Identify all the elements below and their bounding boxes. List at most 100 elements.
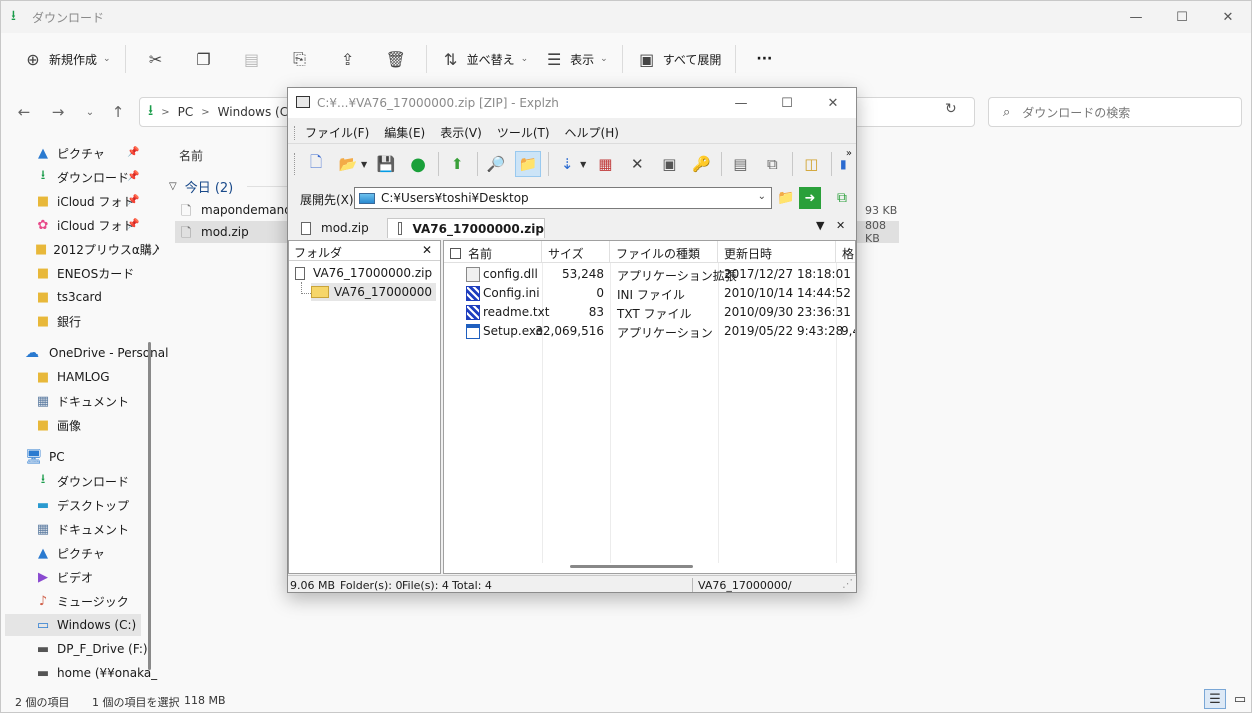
- tab-close-button[interactable]: ✕: [836, 219, 845, 232]
- delete-button[interactable]: 🗑: [372, 43, 420, 75]
- folder-tree-button[interactable]: 📁: [515, 151, 542, 177]
- tab-va76-zip[interactable]: VA76_17000000.zip: [387, 218, 545, 238]
- cut-button[interactable]: ✂: [132, 43, 180, 75]
- menu-tools[interactable]: ツール(T): [497, 124, 550, 141]
- menu-file[interactable]: ファイル(F): [305, 124, 369, 141]
- paste-button[interactable]: ▤: [228, 43, 276, 75]
- delete-files-button[interactable]: ▦: [592, 151, 618, 177]
- close-button[interactable]: ✕: [1205, 1, 1251, 33]
- tab-list-dropdown[interactable]: ▼: [816, 219, 824, 232]
- explzh-maximize-button[interactable]: ☐: [764, 88, 810, 118]
- horizontal-scrollbar[interactable]: [570, 565, 693, 568]
- sidebar-item-home-network[interactable]: ▬ home (¥¥onaka_: [35, 662, 159, 684]
- sidebar-item-bank[interactable]: ■ 銀行: [35, 310, 159, 332]
- folder-pane-close-button[interactable]: ✕: [422, 243, 432, 257]
- column-header-size[interactable]: サイズ: [542, 241, 610, 263]
- toolbar-grip[interactable]: [294, 125, 297, 140]
- properties-button[interactable]: ▣: [656, 151, 682, 177]
- overflow-chevron-icon[interactable]: »: [846, 148, 852, 159]
- remove-button[interactable]: ✕: [624, 151, 650, 177]
- more-button[interactable]: ···: [742, 43, 780, 75]
- refresh-icon[interactable]: ↻: [945, 101, 957, 117]
- search-input[interactable]: ⌕ ダウンロードの検索: [988, 97, 1242, 127]
- extract-button[interactable]: ⇣: [554, 151, 580, 177]
- sidebar-item-pc[interactable]: 🖥 PC: [25, 446, 65, 468]
- select-all-checkbox[interactable]: [450, 248, 461, 259]
- breadcrumb-pc[interactable]: PC: [178, 105, 194, 119]
- forward-button[interactable]: →: [45, 99, 71, 125]
- column-header-name[interactable]: 名前: [444, 241, 542, 263]
- sidebar-item-icloud-photos[interactable]: ■ iCloud フォト: [35, 190, 159, 212]
- view-button[interactable]: 🔎: [483, 151, 509, 177]
- view-button[interactable]: ☰ 表示 ⌄: [536, 43, 616, 75]
- tree-item-folder[interactable]: VA76_17000000: [311, 283, 436, 301]
- sidebar-item-downloads[interactable]: ⭳ ダウンロード: [35, 166, 159, 188]
- browse-folder-button[interactable]: 📁: [775, 187, 797, 209]
- chevron-down-icon[interactable]: ▼: [580, 160, 586, 169]
- sidebar-item-onedrive[interactable]: ☁ OneDrive - Personal: [25, 342, 168, 364]
- menu-help[interactable]: ヘルプ(H): [565, 124, 619, 141]
- copy-button[interactable]: ❐: [180, 43, 228, 75]
- self-extract-button[interactable]: ◫: [798, 151, 824, 177]
- open-archive-button[interactable]: 📂: [335, 151, 361, 177]
- minimize-button[interactable]: —: [1113, 1, 1159, 33]
- share-button[interactable]: ⇪: [324, 43, 372, 75]
- up-button[interactable]: ↑: [105, 99, 131, 125]
- convert-button[interactable]: ▤: [727, 151, 753, 177]
- table-row[interactable]: config.dll 53,248 アプリケーション拡張 2017/12/27 …: [444, 265, 855, 284]
- tab-mod-zip[interactable]: mod.zip: [291, 218, 385, 238]
- test-button[interactable]: ●: [405, 151, 431, 177]
- pin-icon[interactable]: 📌: [127, 171, 139, 182]
- open-dest-button[interactable]: ⧉: [831, 187, 853, 209]
- table-row[interactable]: Config.ini 0 INI ファイル 2010/10/14 14:44:5…: [444, 284, 855, 303]
- toolbar-grip[interactable]: [294, 153, 297, 175]
- sidebar-item-music[interactable]: ♪ ミュージック: [35, 590, 159, 612]
- sidebar-item-hamlog[interactable]: ■ HAMLOG: [35, 366, 159, 388]
- sidebar-item-documents[interactable]: ▦ ドキュメント: [35, 518, 159, 540]
- chevron-down-icon[interactable]: ▼: [361, 160, 367, 169]
- pin-icon[interactable]: 📌: [127, 147, 139, 158]
- sort-button[interactable]: ⇅ 並べ替え ⌄: [433, 43, 537, 75]
- password-button[interactable]: 🔑: [688, 151, 714, 177]
- up-folder-button[interactable]: ⬆: [444, 151, 470, 177]
- recent-button[interactable]: ⌄: [77, 99, 103, 125]
- sidebar-item-pc-downloads[interactable]: ⭳ ダウンロード: [35, 470, 159, 492]
- sidebar-scrollbar[interactable]: [148, 342, 151, 670]
- column-header-type[interactable]: ファイルの種類: [610, 241, 718, 263]
- sidebar-item-windows-c[interactable]: ▭ Windows (C:): [5, 614, 141, 636]
- column-header-name[interactable]: 名前: [179, 147, 203, 164]
- menu-edit[interactable]: 編集(E): [384, 124, 425, 141]
- sidebar-item-f-drive[interactable]: ▬ DP_F_Drive (F:): [35, 638, 159, 660]
- tree-item-archive[interactable]: VA76_17000000.zip: [295, 264, 432, 282]
- go-extract-button[interactable]: ➜: [799, 187, 821, 209]
- new-archive-button[interactable]: 🗋: [303, 151, 329, 177]
- menu-view[interactable]: 表示(V): [440, 124, 482, 141]
- table-row[interactable]: readme.txt 83 TXT ファイル 2010/09/30 23:36:…: [444, 303, 855, 322]
- group-header-today[interactable]: ▽ 今日 (2): [169, 177, 233, 196]
- table-row[interactable]: Setup.exe 32,069,516 アプリケーション 2019/05/22…: [444, 322, 855, 341]
- pin-icon[interactable]: 📌: [127, 219, 139, 230]
- breadcrumb-windows[interactable]: Windows (C:: [218, 105, 292, 119]
- sidebar-item-prius[interactable]: ■ 2012プリウスα購入: [35, 238, 159, 260]
- pin-icon[interactable]: 📌: [127, 195, 139, 206]
- sidebar-item-pictures[interactable]: ▲ ピクチャ: [35, 142, 159, 164]
- sidebar-item-eneos[interactable]: ■ ENEOSカード: [35, 262, 159, 284]
- chevron-down-icon[interactable]: ⌄: [758, 191, 766, 202]
- explzh-minimize-button[interactable]: —: [718, 88, 764, 118]
- column-header-date[interactable]: 更新日時: [718, 241, 836, 263]
- sidebar-item-desktop[interactable]: ▬ デスクトップ: [35, 494, 159, 516]
- save-button[interactable]: 💾: [373, 151, 399, 177]
- sidebar-item-pc-pictures[interactable]: ▲ ピクチャ: [35, 542, 159, 564]
- details-view-button[interactable]: ☰: [1204, 689, 1226, 709]
- explzh-close-button[interactable]: ✕: [810, 88, 856, 118]
- sidebar-item-videos[interactable]: ▶ ビデオ: [35, 566, 159, 588]
- extract-all-button[interactable]: ▣ すべて展開: [629, 43, 730, 75]
- column-header-ratio[interactable]: 格: [836, 241, 855, 263]
- rename-button[interactable]: ⎘: [276, 43, 324, 75]
- maximize-button[interactable]: ☐: [1159, 1, 1205, 33]
- sidebar-item-ts3card[interactable]: ■ ts3card: [35, 286, 159, 308]
- sidebar-item-onedrive-documents[interactable]: ▦ ドキュメント: [35, 390, 159, 412]
- sidebar-item-icloud-photos-app[interactable]: ✿ iCloud フォト: [35, 214, 159, 236]
- resize-grip[interactable]: ⋰: [842, 577, 853, 590]
- new-button[interactable]: ⊕ 新規作成 ⌄: [15, 43, 119, 75]
